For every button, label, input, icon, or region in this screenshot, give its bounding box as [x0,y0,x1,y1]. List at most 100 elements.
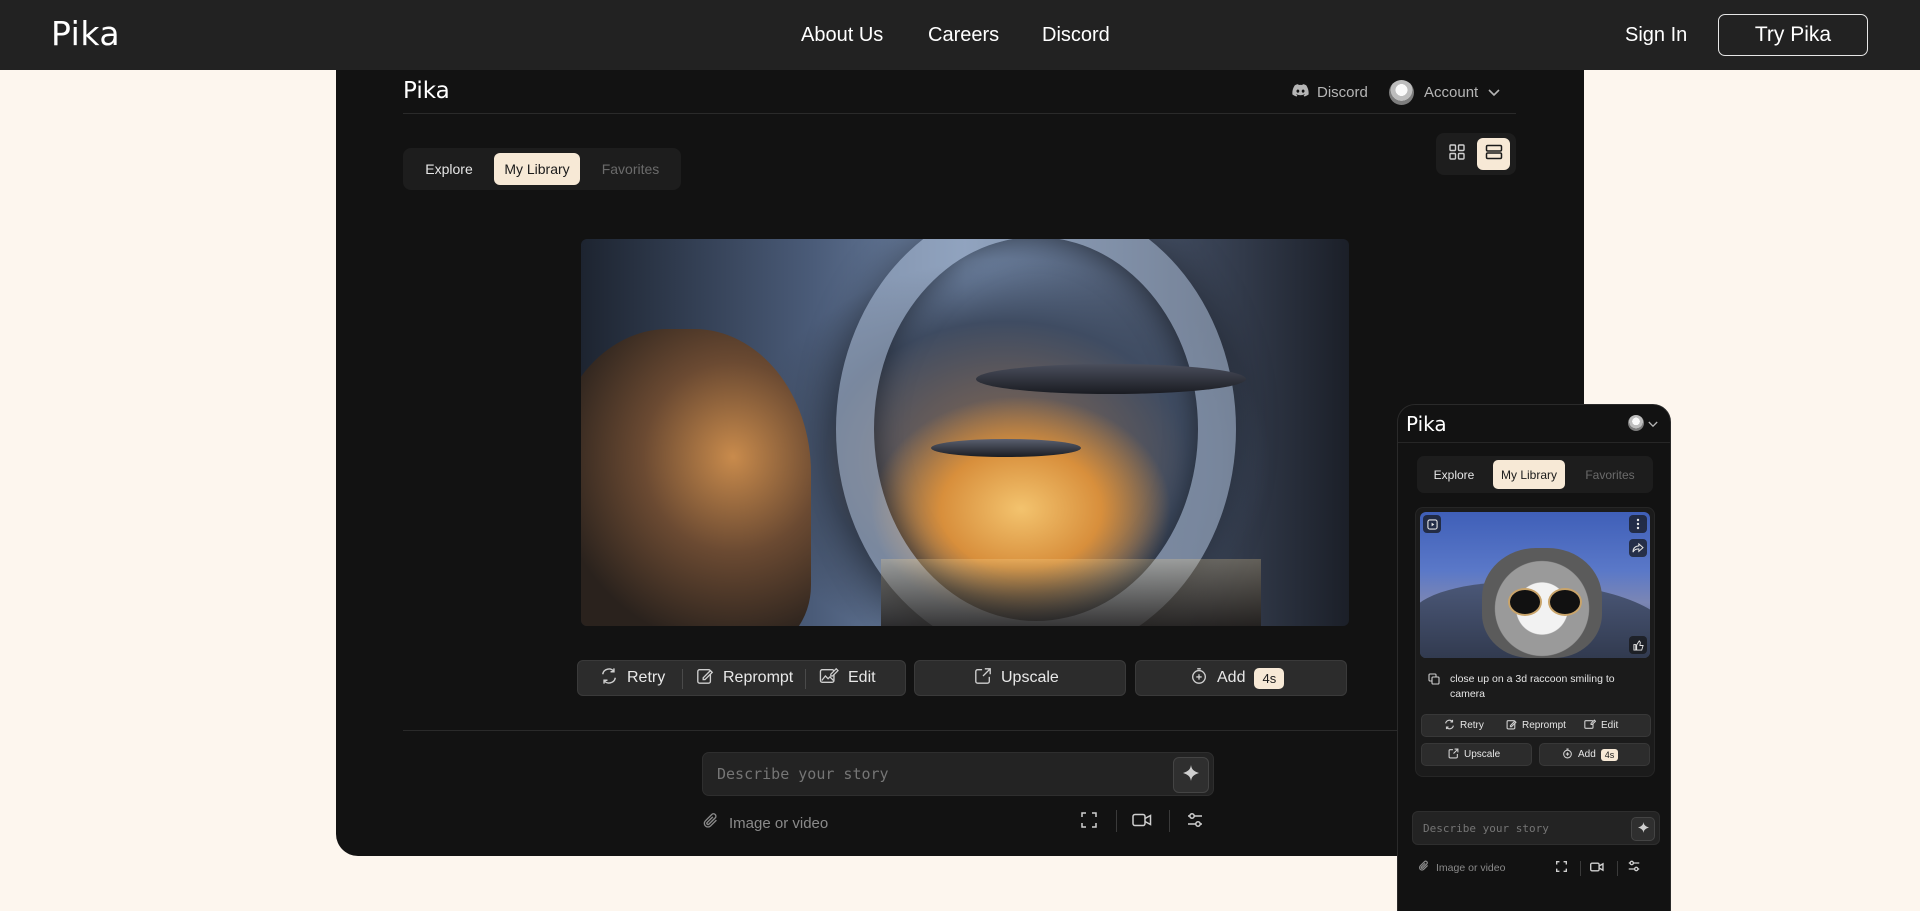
mobile-duration-badge: 4s [1600,748,1619,761]
thumbs-up-icon[interactable] [1629,636,1647,654]
sparkle-icon [1637,820,1649,838]
edit-button[interactable]: Edit [819,661,876,695]
mobile-tab-explore[interactable]: Explore [1421,460,1487,489]
sparkle-icon [1183,764,1199,786]
add-time-button[interactable]: Add 4s [1135,660,1347,696]
mobile-edit-label: Edit [1601,720,1619,731]
mobile-app-window: Pika Explore My Library Favorites close … [1397,404,1671,911]
aspect-ratio-button[interactable] [1077,810,1101,834]
reprompt-button[interactable]: Reprompt [696,661,793,695]
pencil-icon [696,667,714,690]
duration-badge: 4s [1254,667,1285,689]
mobile-tab-favorites[interactable]: Favorites [1571,460,1649,489]
nav-discord[interactable]: Discord [1042,24,1110,47]
mobile-tab-my-library[interactable]: My Library [1493,460,1565,489]
app-discord-link[interactable]: Discord [1292,84,1368,101]
chevron-down-icon [1488,84,1500,101]
library-tabs: Explore My Library Favorites [403,148,681,190]
mobile-add-time-button[interactable]: Add 4s [1539,743,1650,766]
play-icon[interactable] [1423,515,1441,533]
mobile-edit-button[interactable]: Edit [1584,715,1618,736]
mobile-prompt-input[interactable] [1423,822,1613,835]
chevron-down-icon[interactable] [1648,415,1658,433]
more-options-icon[interactable] [1629,515,1647,533]
copy-icon[interactable] [1428,672,1440,690]
edit-image-icon [819,667,839,690]
upscale-button[interactable]: Upscale [914,660,1126,696]
sign-in-link[interactable]: Sign In [1625,24,1687,47]
paperclip-icon [702,812,720,834]
mobile-app-logo[interactable]: Pika [1406,412,1447,436]
video-camera-icon [1590,859,1604,877]
video-prompt-caption: close up on a 3d raccoon smiling to came… [1450,673,1615,700]
expand-icon [1555,859,1567,877]
timer-plus-icon [1190,667,1208,690]
grid-icon [1448,143,1465,165]
grid-view-button[interactable] [1440,138,1473,170]
reprompt-label: Reprompt [723,669,794,686]
list-icon [1485,144,1503,165]
mobile-reprompt-label: Reprompt [1522,720,1566,731]
edit-image-icon [1584,718,1597,733]
site-logo[interactable]: Pika [51,14,120,53]
header-divider [403,113,1516,114]
upscale-label: Upscale [1001,669,1059,686]
app-discord-label: Discord [1317,84,1368,101]
upscale-icon [974,667,992,690]
retry-button[interactable]: Retry [600,661,665,695]
mobile-reprompt-button[interactable]: Reprompt [1506,715,1566,736]
tab-favorites[interactable]: Favorites [583,153,678,185]
tab-my-library[interactable]: My Library [494,153,580,185]
video-card: close up on a 3d raccoon smiling to came… [1415,507,1655,777]
mobile-aspect-ratio-button[interactable] [1553,860,1569,876]
share-icon[interactable] [1629,539,1647,557]
view-toggle [1436,133,1516,175]
camera-button[interactable] [1130,810,1154,834]
retry-icon [600,667,618,690]
generate-button[interactable] [1173,757,1209,793]
video-thumbnail[interactable] [1420,512,1650,658]
mobile-edit-actions: Retry Reprompt Edit [1421,714,1651,737]
retry-icon [1444,719,1455,733]
video-preview[interactable] [581,239,1349,626]
nav-careers[interactable]: Careers [928,24,999,47]
sliders-icon [1628,859,1640,877]
prompt-divider [403,730,1516,731]
edit-actions-group: Retry Reprompt Edit [577,660,906,696]
retry-label: Retry [627,669,666,686]
mobile-retry-label: Retry [1460,720,1484,731]
prompt-input[interactable] [717,765,1147,783]
mobile-avatar[interactable] [1628,415,1644,431]
upscale-icon [1448,748,1459,762]
expand-icon [1081,811,1097,833]
mobile-settings-button[interactable] [1626,860,1642,876]
account-menu[interactable]: Account [1389,80,1500,105]
app-logo[interactable]: Pika [403,78,450,104]
mobile-add-label: Add [1578,749,1596,760]
attach-media-button[interactable]: Image or video [702,812,828,834]
mobile-upscale-label: Upscale [1464,749,1501,760]
account-label: Account [1424,84,1479,101]
edit-label: Edit [848,669,876,686]
settings-button[interactable] [1183,810,1207,834]
mobile-attach-label: Image or video [1436,861,1506,874]
video-camera-icon [1132,813,1152,832]
attach-label: Image or video [729,814,829,832]
mobile-upscale-button[interactable]: Upscale [1421,743,1532,766]
mobile-retry-button[interactable]: Retry [1444,715,1484,736]
mobile-prompt-box [1412,811,1660,845]
nav-about-us[interactable]: About Us [801,24,883,47]
prompt-box [702,752,1214,796]
mobile-generate-button[interactable] [1631,817,1655,841]
pencil-icon [1506,719,1517,733]
list-view-button[interactable] [1477,138,1510,170]
tab-explore[interactable]: Explore [407,153,491,185]
try-pika-button[interactable]: Try Pika [1718,14,1868,56]
paperclip-icon [1418,860,1430,875]
mobile-camera-button[interactable] [1589,860,1605,876]
discord-icon [1292,84,1309,101]
avatar [1389,80,1414,105]
add-label: Add [1217,669,1246,686]
mobile-attach-media-button[interactable]: Image or video [1418,860,1505,875]
sliders-icon [1187,812,1203,833]
